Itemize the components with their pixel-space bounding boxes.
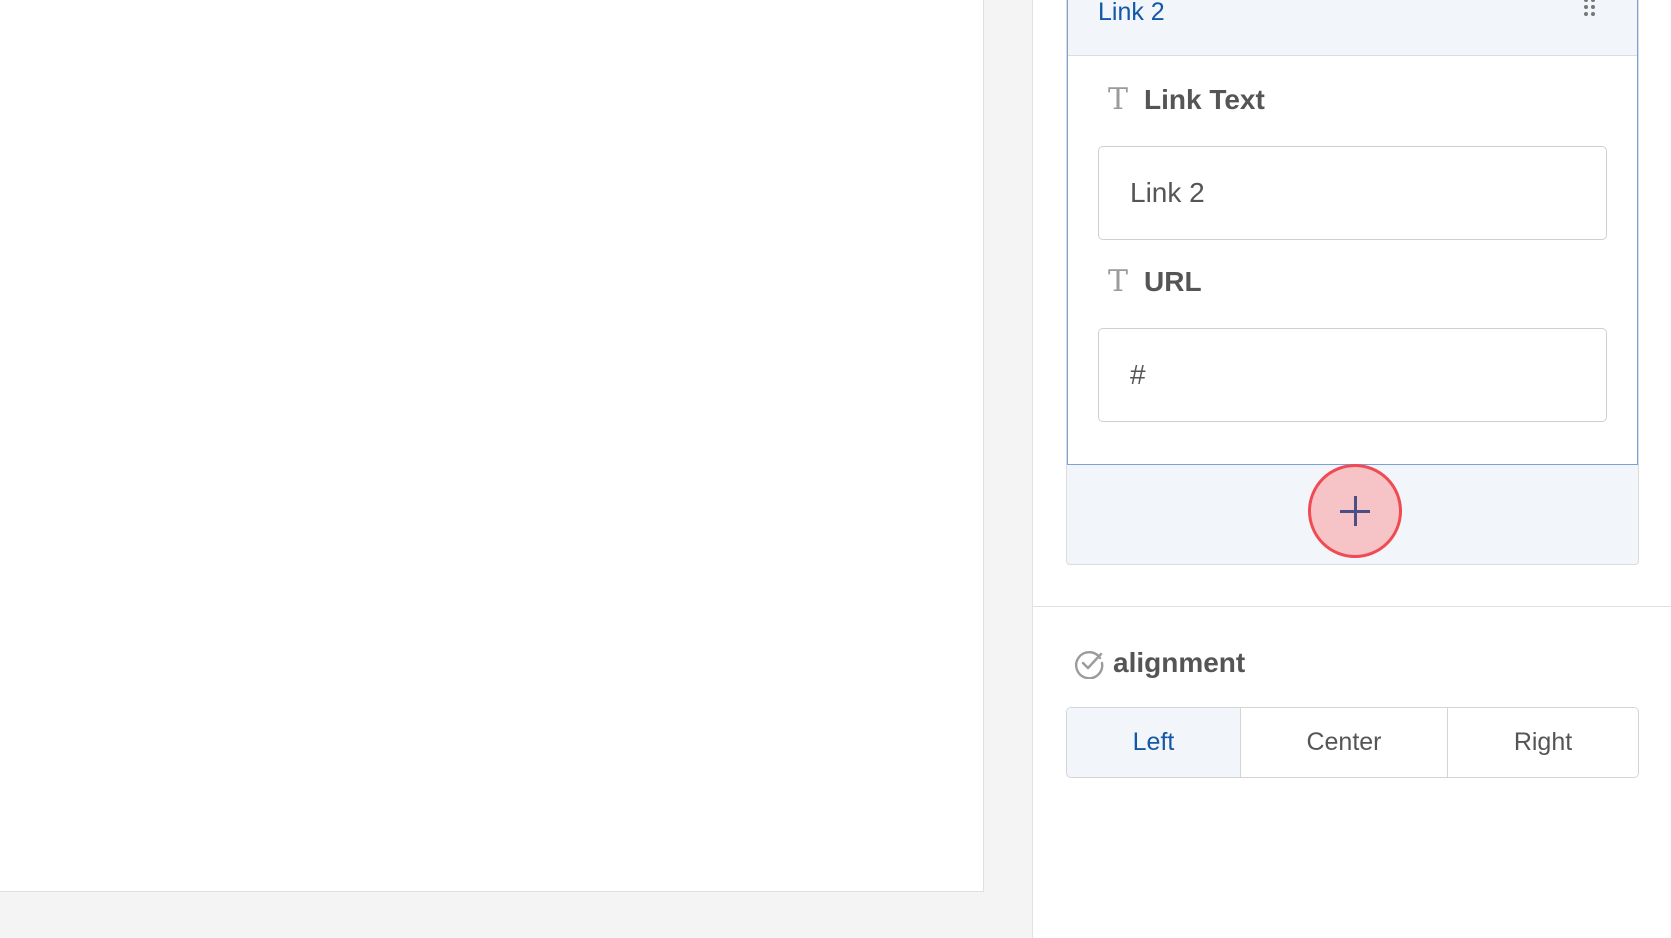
text-type-icon: T xyxy=(1108,264,1129,299)
url-label: T URL xyxy=(1108,264,1202,299)
settings-panel: Link 2 T Link Text T URL xyxy=(1032,0,1671,938)
drag-handle-icon[interactable] xyxy=(1583,0,1597,18)
add-item-button[interactable] xyxy=(1308,464,1402,558)
link-text-input[interactable] xyxy=(1098,146,1607,240)
repeater-item-title[interactable]: Link 2 xyxy=(1098,0,1165,27)
canvas-page[interactable] xyxy=(0,0,984,892)
align-left-button[interactable]: Left xyxy=(1067,708,1241,777)
align-center-button[interactable]: Center xyxy=(1241,708,1448,777)
plus-icon xyxy=(1340,496,1370,526)
check-circle-icon xyxy=(1075,651,1104,679)
editor-canvas xyxy=(0,0,1032,938)
repeater-item-header[interactable]: Link 2 xyxy=(1068,0,1637,56)
alignment-segmented-control: Left Center Right xyxy=(1066,707,1639,778)
url-input[interactable] xyxy=(1098,328,1607,422)
links-repeater: Link 2 T Link Text T URL xyxy=(1066,0,1639,565)
section-divider xyxy=(1033,606,1671,607)
link-text-label: T Link Text xyxy=(1108,82,1265,117)
repeater-item: Link 2 T Link Text T URL xyxy=(1067,0,1638,465)
text-type-icon: T xyxy=(1108,82,1129,117)
alignment-label: alignment xyxy=(1073,646,1245,680)
align-right-button[interactable]: Right xyxy=(1448,708,1638,777)
